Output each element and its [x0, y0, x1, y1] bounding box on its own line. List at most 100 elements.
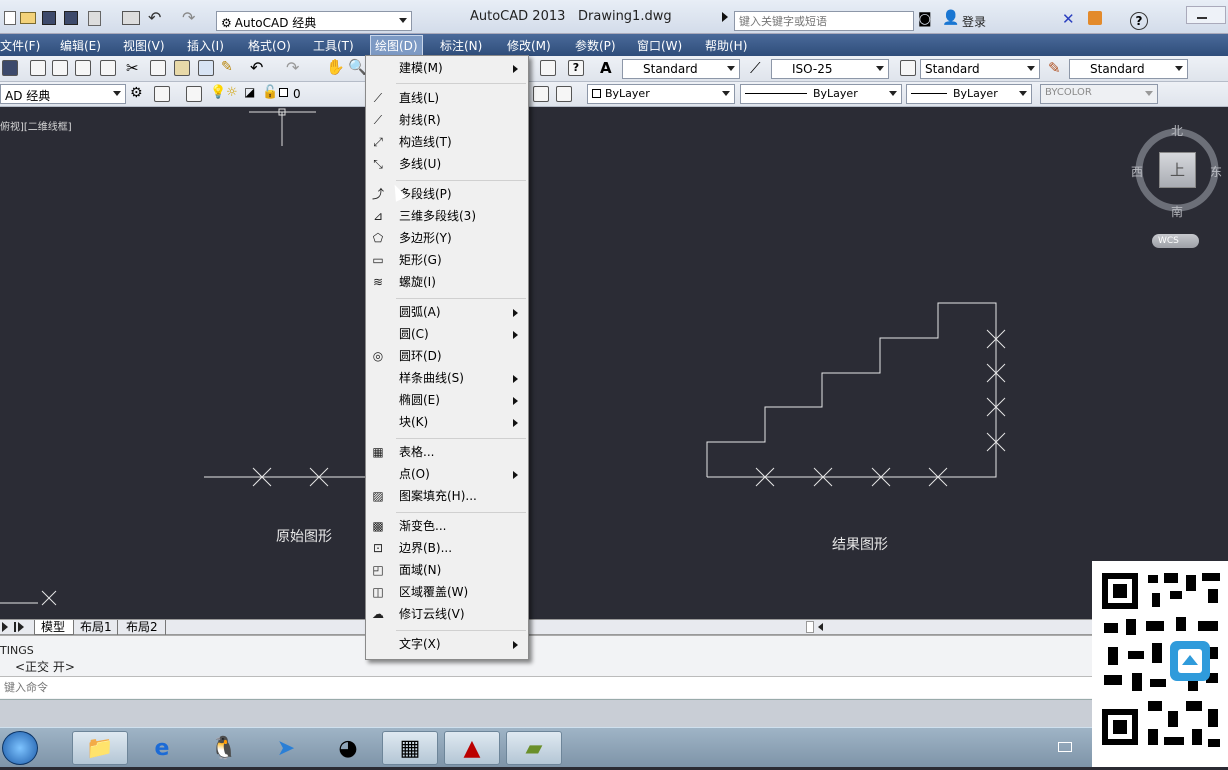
- menu-item-construction-line[interactable]: ⤢ 构造线(T): [366, 132, 528, 153]
- layer-freeze-icon[interactable]: ☼: [226, 85, 238, 100]
- tab-next-icon[interactable]: [2, 622, 8, 632]
- menu-item-3d-polyline[interactable]: ⊿ 三维多段线(3): [366, 206, 528, 227]
- save-icon[interactable]: [42, 11, 56, 25]
- menu-item-block[interactable]: 块(K): [366, 412, 528, 433]
- menu-item-helix[interactable]: ≋ 螺旋(I): [366, 272, 528, 293]
- login-link[interactable]: 登录: [962, 13, 986, 30]
- publish-icon[interactable]: [75, 60, 91, 76]
- menu-modify[interactable]: 修改(M): [507, 37, 551, 54]
- viewcube-east[interactable]: 东: [1210, 163, 1222, 180]
- workspace-settings-icon[interactable]: ⚙: [130, 85, 143, 101]
- scroll-left-icon[interactable]: [818, 623, 823, 631]
- menu-item-boundary[interactable]: ⊡ 边界(B)...: [366, 538, 528, 559]
- menu-item-spline[interactable]: 样条曲线(S): [366, 368, 528, 389]
- keyboard-icon[interactable]: [1058, 742, 1072, 752]
- internet-explorer-icon[interactable]: e: [134, 731, 190, 765]
- paste-icon[interactable]: [174, 60, 190, 76]
- help-button[interactable]: ?: [1130, 12, 1148, 30]
- menu-parametric[interactable]: 参数(P): [575, 37, 616, 54]
- undo-icon[interactable]: ↶: [250, 58, 263, 77]
- horizontal-scroll-thumb[interactable]: [806, 621, 814, 633]
- menu-item-multiline[interactable]: ⤡ 多线(U): [366, 154, 528, 175]
- help-icon[interactable]: ?: [568, 60, 584, 76]
- copy-icon[interactable]: [150, 60, 166, 76]
- mleader-style-icon[interactable]: ✎: [1048, 59, 1061, 77]
- drawing-canvas[interactable]: 俯视][二维线框] 原始图形 结果图形 北 南 东 西 上 WCS: [0, 107, 1228, 619]
- bird-app-icon[interactable]: ➤: [258, 731, 314, 765]
- menu-format[interactable]: 格式(O): [248, 37, 291, 54]
- save-icon[interactable]: [2, 60, 18, 76]
- workspace-toolbar-combo[interactable]: AD 经典: [0, 84, 126, 104]
- menu-item-polygon[interactable]: ⬠ 多边形(Y): [366, 228, 528, 249]
- viewcube-north[interactable]: 北: [1171, 122, 1183, 139]
- viewcube-south[interactable]: 南: [1171, 203, 1183, 220]
- redo-icon[interactable]: ↷: [286, 58, 299, 77]
- tab-model[interactable]: 模型: [34, 620, 74, 635]
- table-style-combo[interactable]: Standard: [920, 59, 1040, 79]
- dim-style-icon[interactable]: ⟋: [750, 59, 761, 77]
- layer-vp-icon[interactable]: ◪: [244, 85, 255, 99]
- menu-insert[interactable]: 插入(I): [187, 37, 224, 54]
- color-combo[interactable]: ByLayer: [587, 84, 735, 104]
- menu-window[interactable]: 窗口(W): [637, 37, 682, 54]
- menu-edit[interactable]: 编辑(E): [60, 37, 101, 54]
- plot-preview-icon[interactable]: [52, 60, 68, 76]
- new-icon[interactable]: [4, 11, 16, 25]
- binoculars-icon[interactable]: ◙: [918, 11, 932, 27]
- menu-view[interactable]: 视图(V): [123, 37, 165, 54]
- menu-item-donut[interactable]: ◎ 圆环(D): [366, 346, 528, 367]
- workspace-combo[interactable]: ⚙ AutoCAD 经典: [216, 11, 412, 31]
- tab-last-icon[interactable]: [14, 622, 26, 632]
- tab-layout2[interactable]: 布局2: [122, 620, 166, 635]
- open-icon[interactable]: [20, 12, 36, 24]
- undo-icon[interactable]: ↶: [148, 8, 161, 27]
- linetype-combo[interactable]: ByLayer: [740, 84, 902, 104]
- qq-icon[interactable]: 🐧: [196, 731, 252, 765]
- layer-manager-icon[interactable]: [186, 86, 202, 102]
- exchange-icon[interactable]: ✕: [1062, 10, 1075, 28]
- app-store-icon[interactable]: [1088, 11, 1102, 25]
- text-style-combo[interactable]: Standard: [622, 59, 740, 79]
- start-button[interactable]: [2, 731, 38, 765]
- menu-draw[interactable]: 绘图(D): [370, 35, 423, 56]
- search-expand-icon[interactable]: [722, 12, 728, 22]
- tab-layout1[interactable]: 布局1: [76, 620, 118, 635]
- redo-icon[interactable]: ↷: [182, 8, 195, 27]
- menu-file[interactable]: 文件(F): [0, 37, 40, 54]
- dim-style-combo[interactable]: ISO-25: [771, 59, 889, 79]
- layer-lock-icon[interactable]: 🔓: [262, 85, 278, 100]
- autocad-taskbar-icon[interactable]: ▲: [444, 731, 500, 765]
- make-current-icon[interactable]: [533, 86, 549, 102]
- ucs-menu[interactable]: WCS: [1152, 234, 1199, 248]
- menu-item-text[interactable]: 文字(X): [366, 634, 528, 655]
- menu-item-gradient[interactable]: ▩ 渐变色...: [366, 516, 528, 537]
- block-editor-icon[interactable]: ✎: [221, 59, 233, 75]
- menu-item-rectangle[interactable]: ▭ 矩形(G): [366, 250, 528, 271]
- search-input[interactable]: [734, 11, 914, 31]
- menu-help[interactable]: 帮助(H): [705, 37, 747, 54]
- plot-preview-icon[interactable]: [88, 11, 101, 26]
- menu-item-region[interactable]: ◰ 面域(N): [366, 560, 528, 581]
- layer-on-icon[interactable]: 💡: [210, 85, 226, 100]
- cut-icon[interactable]: ✂: [126, 59, 139, 77]
- minimize-button[interactable]: [1186, 6, 1226, 24]
- plot-icon[interactable]: [30, 60, 46, 76]
- viewcube-west[interactable]: 西: [1131, 163, 1143, 180]
- menu-item-ellipse[interactable]: 椭圆(E): [366, 390, 528, 411]
- lineweight-combo[interactable]: ByLayer: [906, 84, 1032, 104]
- color-app-icon[interactable]: ◕: [320, 731, 376, 765]
- menu-item-circle[interactable]: 圆(C): [366, 324, 528, 345]
- notes-taskbar-icon[interactable]: ▰: [506, 731, 562, 765]
- menu-dimension[interactable]: 标注(N): [440, 37, 482, 54]
- mleader-style-combo[interactable]: Standard: [1069, 59, 1188, 79]
- 3d-dwf-icon[interactable]: [100, 60, 116, 76]
- calculator-icon[interactable]: [540, 60, 556, 76]
- layer-previous-icon[interactable]: [556, 86, 572, 102]
- recorder-taskbar-icon[interactable]: ▦: [382, 731, 438, 765]
- print-icon[interactable]: [122, 11, 140, 25]
- workspace-icon[interactable]: [154, 86, 170, 102]
- menu-item-hatch[interactable]: ▨ 图案填充(H)...: [366, 486, 528, 507]
- menu-item-revcloud[interactable]: ☁ 修订云线(V): [366, 604, 528, 625]
- menu-item-modeling[interactable]: 建模(M): [366, 58, 528, 79]
- text-style-icon[interactable]: A: [600, 59, 612, 77]
